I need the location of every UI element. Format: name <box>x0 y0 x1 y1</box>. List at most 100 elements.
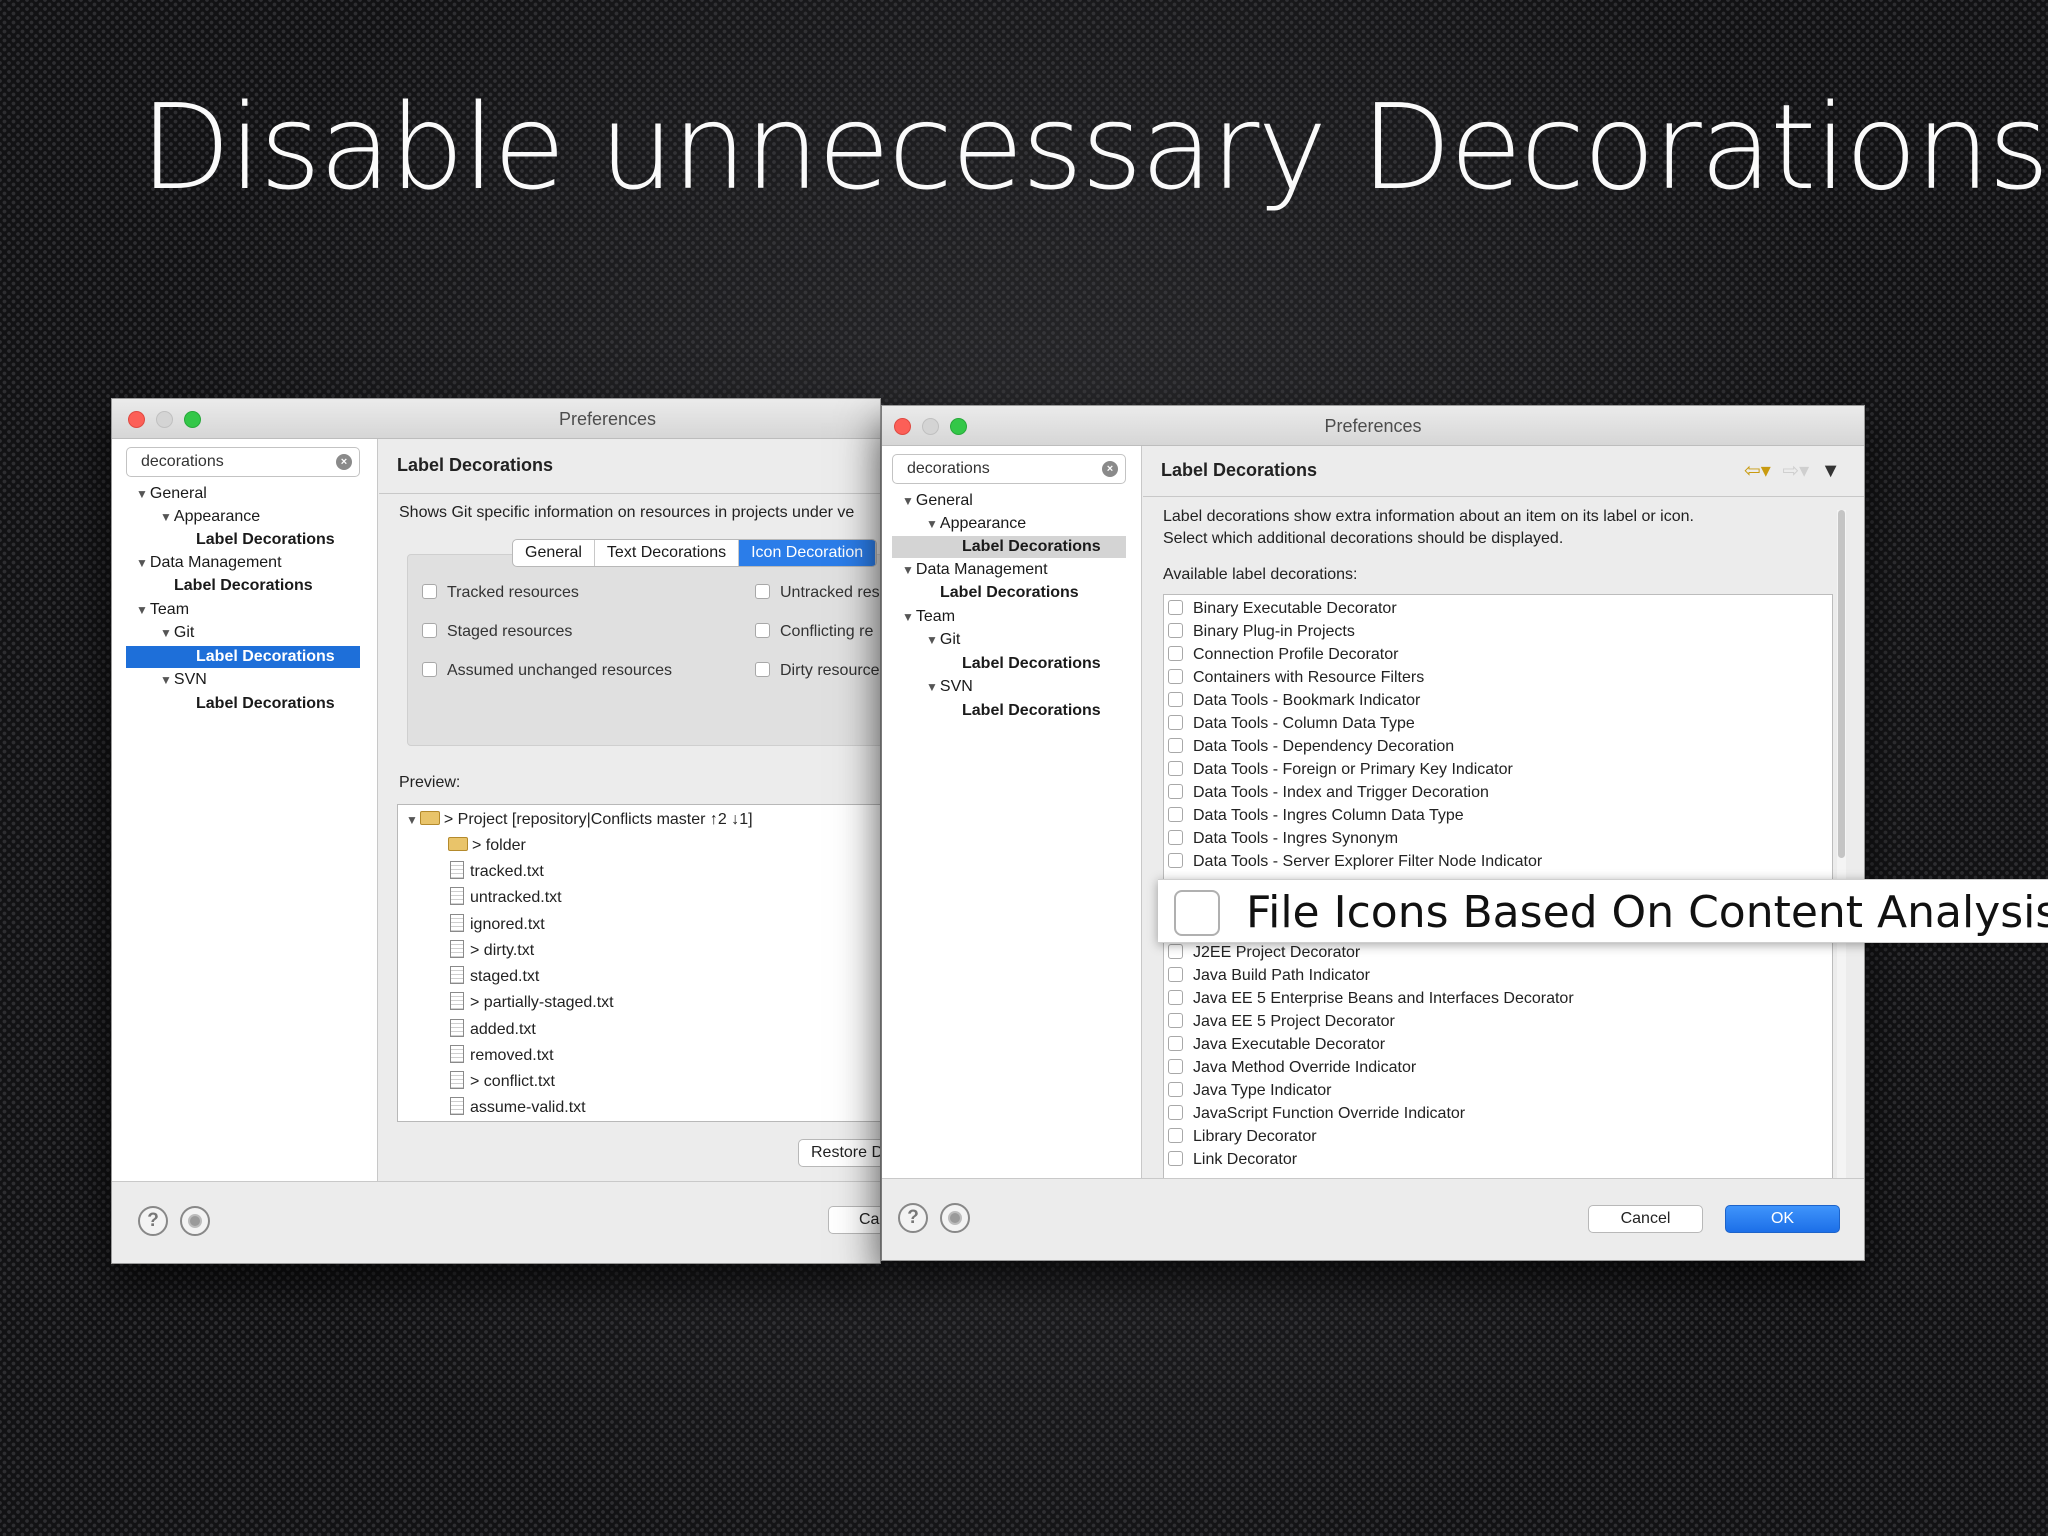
disclosure-triangle-icon[interactable]: ▼ <box>136 556 148 570</box>
tree-item-data-management[interactable]: ▼ Data Management <box>902 559 1048 581</box>
checkbox[interactable] <box>1168 853 1183 868</box>
preview-file[interactable]: ignored.txt <box>450 914 545 936</box>
tab-text-decorations[interactable]: Text Decorations <box>595 540 740 566</box>
preview-file[interactable]: > partially-staged.txt <box>450 992 614 1014</box>
checkbox[interactable] <box>1168 807 1183 822</box>
checkbox[interactable] <box>1168 692 1183 707</box>
back-arrow-icon[interactable]: ⇦▾ <box>1744 460 1771 482</box>
preview-file[interactable]: removed.txt <box>450 1045 554 1067</box>
record-icon[interactable] <box>940 1203 970 1233</box>
list-item[interactable]: Data Tools - Ingres Synonym <box>1168 827 1398 850</box>
list-item[interactable]: Data Tools - Bookmark Indicator <box>1168 689 1420 712</box>
disclosure-triangle-icon[interactable]: ▼ <box>160 510 172 524</box>
search-clear-icon[interactable]: × <box>1102 461 1118 477</box>
list-item[interactable]: Binary Plug-in Projects <box>1168 620 1355 643</box>
disclosure-triangle-icon[interactable]: ▼ <box>926 680 938 694</box>
ok-button[interactable]: OK <box>1725 1205 1840 1233</box>
list-item[interactable]: Containers with Resource Filters <box>1168 666 1424 689</box>
list-item[interactable]: Java Method Override Indicator <box>1168 1056 1416 1079</box>
list-item[interactable]: Data Tools - Dependency Decoration <box>1168 735 1454 758</box>
checkbox[interactable] <box>755 623 770 638</box>
tree-item-appearance[interactable]: ▼ Appearance <box>926 513 1026 535</box>
checkbox[interactable] <box>1168 1151 1183 1166</box>
zoom-window-button[interactable] <box>184 411 201 428</box>
disclosure-triangle-icon[interactable]: ▼ <box>902 563 914 577</box>
checkbox[interactable] <box>1168 784 1183 799</box>
preview-project[interactable]: ▼ > Project [repository|Conflicts master … <box>406 809 753 831</box>
help-icon[interactable]: ? <box>138 1206 168 1236</box>
list-item[interactable]: Java EE 5 Project Decorator <box>1168 1010 1395 1033</box>
checkbox[interactable] <box>1168 1128 1183 1143</box>
checkbox[interactable] <box>1168 830 1183 845</box>
forward-arrow-icon[interactable]: ⇨▾ <box>1782 460 1809 482</box>
checkbox[interactable] <box>755 584 770 599</box>
disclosure-triangle-icon[interactable]: ▼ <box>136 487 148 501</box>
tree-item-data-management[interactable]: ▼ Data Management <box>136 552 282 574</box>
record-icon[interactable] <box>180 1206 210 1236</box>
list-item[interactable]: Data Tools - Index and Trigger Decoratio… <box>1168 781 1489 804</box>
checkbox[interactable] <box>1168 738 1183 753</box>
tree-item-general[interactable]: ▼ General <box>902 490 973 512</box>
cancel-button[interactable]: Ca <box>828 1206 880 1234</box>
tree-item-git[interactable]: ▼ Git <box>926 629 960 651</box>
search-input[interactable]: decorations × <box>892 454 1126 484</box>
preview-file[interactable]: > conflict.txt <box>450 1071 555 1093</box>
close-window-button[interactable] <box>128 411 145 428</box>
preview-file[interactable]: > dirty.txt <box>450 940 534 962</box>
checkbox[interactable] <box>1168 761 1183 776</box>
disclosure-triangle-icon[interactable]: ▼ <box>926 517 938 531</box>
preview-file[interactable]: untracked.txt <box>450 887 562 909</box>
checkbox[interactable] <box>1168 646 1183 661</box>
tree-item-svn[interactable]: ▼ SVN <box>160 669 207 691</box>
tree-item-svn[interactable]: ▼ SVN <box>926 676 973 698</box>
list-item[interactable]: Data Tools - Foreign or Primary Key Indi… <box>1168 758 1513 781</box>
tree-item-data-management-label-decorations[interactable]: Label Decorations <box>174 575 313 597</box>
checkbox[interactable] <box>1168 1105 1183 1120</box>
tree-item-git-label-decorations[interactable]: Label Decorations <box>962 653 1101 675</box>
search-clear-icon[interactable]: × <box>336 454 352 470</box>
checkbox[interactable] <box>1168 1036 1183 1051</box>
disclosure-triangle-icon[interactable]: ▼ <box>902 610 914 624</box>
help-icon[interactable]: ? <box>898 1203 928 1233</box>
checkbox[interactable] <box>1168 715 1183 730</box>
tree-item-git[interactable]: ▼ Git <box>160 622 194 644</box>
preview-file[interactable]: tracked.txt <box>450 861 544 883</box>
list-item[interactable]: Java Type Indicator <box>1168 1079 1331 1102</box>
list-scrollbar[interactable] <box>1837 510 1846 1184</box>
checkbox-staged-resources[interactable]: Staged resources <box>422 621 572 643</box>
tree-item-appearance-label-decorations[interactable]: Label Decorations <box>892 536 1126 558</box>
disclosure-triangle-icon[interactable]: ▼ <box>160 626 172 640</box>
list-item[interactable]: Connection Profile Decorator <box>1168 643 1398 666</box>
tree-item-appearance-label-decorations[interactable]: Label Decorations <box>196 529 335 551</box>
restore-defaults-button[interactable]: Restore D <box>798 1139 880 1167</box>
list-item[interactable]: Binary Executable Decorator <box>1168 597 1397 620</box>
checkbox[interactable] <box>1168 944 1183 959</box>
tab-general[interactable]: General <box>513 540 595 566</box>
checkbox[interactable] <box>1168 967 1183 982</box>
tree-item-appearance[interactable]: ▼ Appearance <box>160 506 260 528</box>
tree-item-team[interactable]: ▼ Team <box>902 606 955 628</box>
minimize-window-button[interactable] <box>156 411 173 428</box>
cancel-button[interactable]: Cancel <box>1588 1205 1703 1233</box>
checkbox[interactable] <box>1168 600 1183 615</box>
tree-item-general[interactable]: ▼ General <box>136 483 207 505</box>
preview-file[interactable]: staged.txt <box>450 966 539 988</box>
checkbox[interactable] <box>1168 1013 1183 1028</box>
checkbox[interactable] <box>422 584 437 599</box>
checkbox[interactable] <box>1168 623 1183 638</box>
checkbox[interactable] <box>422 662 437 677</box>
menu-chevron-icon[interactable]: ▼ <box>1821 460 1841 482</box>
list-item[interactable]: Link Decorator <box>1168 1148 1297 1171</box>
list-item[interactable]: Java Build Path Indicator <box>1168 964 1370 987</box>
tree-item-svn-label-decorations[interactable]: Label Decorations <box>196 693 335 715</box>
preview-folder[interactable]: > folder <box>448 835 526 857</box>
checkbox-dirty-resources[interactable]: Dirty resource <box>755 660 880 682</box>
search-input[interactable]: decorations × <box>126 447 360 477</box>
list-item[interactable]: J2EE Project Decorator <box>1168 941 1360 964</box>
checkbox-tracked-resources[interactable]: Tracked resources <box>422 582 579 604</box>
checkbox-conflicting-resources[interactable]: Conflicting re <box>755 621 873 643</box>
checkbox[interactable] <box>1168 669 1183 684</box>
list-item[interactable]: JavaScript Function Override Indicator <box>1168 1102 1465 1125</box>
checkbox[interactable] <box>422 623 437 638</box>
tree-item-svn-label-decorations[interactable]: Label Decorations <box>962 700 1101 722</box>
